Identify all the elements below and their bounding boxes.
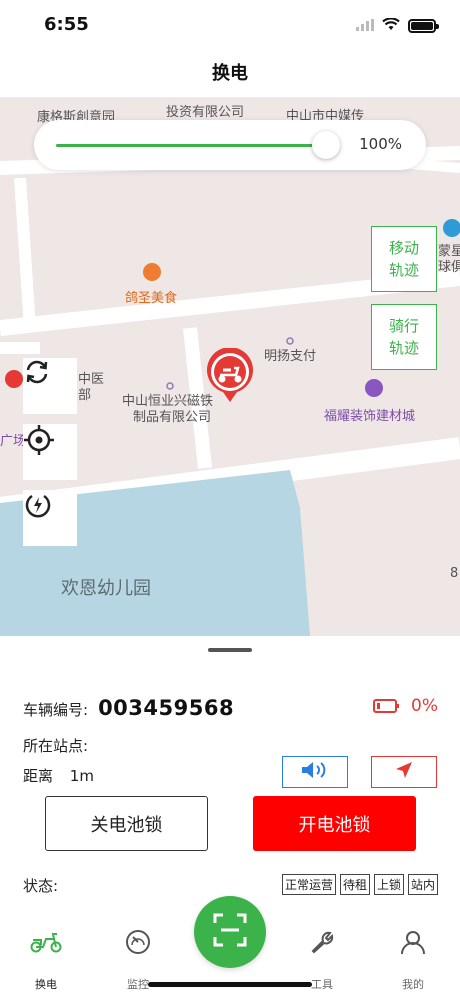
- tab-swap-label: 换电: [35, 978, 57, 991]
- vehicle-number-label: 车辆编号:: [23, 701, 89, 719]
- move-track-label-2: 轨迹: [388, 261, 419, 279]
- distance-label: 距离: [23, 767, 54, 785]
- status-time: 6:55: [44, 14, 89, 35]
- scooter-icon: [6, 922, 86, 962]
- device-battery-icon: [408, 18, 439, 33]
- speaker-icon: [300, 760, 330, 784]
- nav-bar: 换电: [0, 50, 460, 98]
- signal-icon: [356, 16, 374, 35]
- map-label-touzi: 投资有限公司: [166, 105, 245, 120]
- zoom-slider-thumb[interactable]: [312, 131, 340, 159]
- zoom-slider-fill: [56, 144, 326, 147]
- ride-track-label-2: 轨迹: [388, 339, 419, 357]
- tab-profile-label: 我的: [402, 978, 424, 991]
- status-tag-in-station: 站内: [407, 874, 438, 895]
- zoom-slider-track[interactable]: [56, 131, 340, 159]
- status-tag-rentable: 待租: [339, 874, 370, 895]
- battery-low-icon: [373, 699, 400, 713]
- sheet-handle[interactable]: [208, 648, 252, 652]
- move-track-button[interactable]: 移动 轨迹: [371, 226, 437, 292]
- distance-row: 距离 1m: [23, 765, 94, 786]
- system-icons: [356, 16, 439, 35]
- tab-profile[interactable]: 我的: [373, 922, 453, 992]
- map-label-edge: 8: [450, 566, 459, 581]
- battery-percent: 0%: [411, 696, 438, 716]
- move-track-label-1: 移动: [388, 239, 419, 257]
- home-indicator: [148, 982, 312, 987]
- status-tag-operating: 正常运营: [281, 874, 336, 895]
- map-label-fuyao: 福耀装饰建材城: [324, 409, 416, 424]
- navigation-arrow-icon: [394, 760, 414, 784]
- map-label-mingyang: 明扬支付: [264, 349, 317, 364]
- map-view[interactable]: 康格斯創意园 投资有限公司 中山市中媒传 鸽圣美食 明扬支付 中山恒业兴磁铁 制…: [0, 98, 460, 636]
- refresh-button[interactable]: [23, 358, 77, 414]
- station-label: 所在站点:: [23, 737, 89, 755]
- scan-icon: [213, 913, 247, 951]
- gauge-icon: [98, 922, 178, 962]
- vehicle-marker[interactable]: [205, 348, 255, 404]
- status-bar: 6:55: [0, 0, 460, 50]
- close-battery-lock-button[interactable]: 关电池锁: [45, 796, 208, 851]
- status-tag-locked: 上锁: [373, 874, 404, 895]
- ride-track-button[interactable]: 骑行 轨迹: [371, 304, 437, 370]
- wifi-icon: [382, 16, 400, 35]
- page-title: 换电: [212, 63, 248, 84]
- map-label-gesheng: 鸽圣美食: [125, 291, 178, 306]
- ride-track-label-1: 骑行: [388, 317, 419, 335]
- map-label-hengye-2: 制品有限公司: [133, 410, 212, 425]
- wrench-icon: [282, 922, 362, 962]
- locate-button[interactable]: [23, 424, 77, 480]
- vehicle-number: 003459568: [98, 696, 235, 720]
- open-battery-lock-button[interactable]: 开电池锁: [253, 796, 416, 851]
- navigate-button[interactable]: [371, 756, 437, 788]
- tab-swap[interactable]: 换电: [6, 922, 86, 992]
- status-label: 状态:: [23, 877, 59, 895]
- scan-button[interactable]: [194, 896, 266, 968]
- vehicle-number-row: 车辆编号: 003459568: [23, 696, 234, 720]
- ring-vehicle-button[interactable]: [282, 756, 348, 788]
- map-label-qiu: 球俱: [438, 260, 460, 275]
- vehicle-battery: 0%: [373, 696, 438, 716]
- zoom-slider-value: 100%: [359, 135, 402, 153]
- zoom-slider-card: 100%: [34, 120, 426, 170]
- status-tags: 正常运营 待租 上锁 站内: [281, 874, 438, 895]
- map-label-zhongyi-2: 部: [78, 388, 92, 403]
- distance-value: 1m: [69, 767, 94, 785]
- power-button[interactable]: [23, 490, 77, 546]
- user-icon: [373, 922, 453, 962]
- map-label-kindergarten: 欢恩幼儿园: [61, 578, 151, 599]
